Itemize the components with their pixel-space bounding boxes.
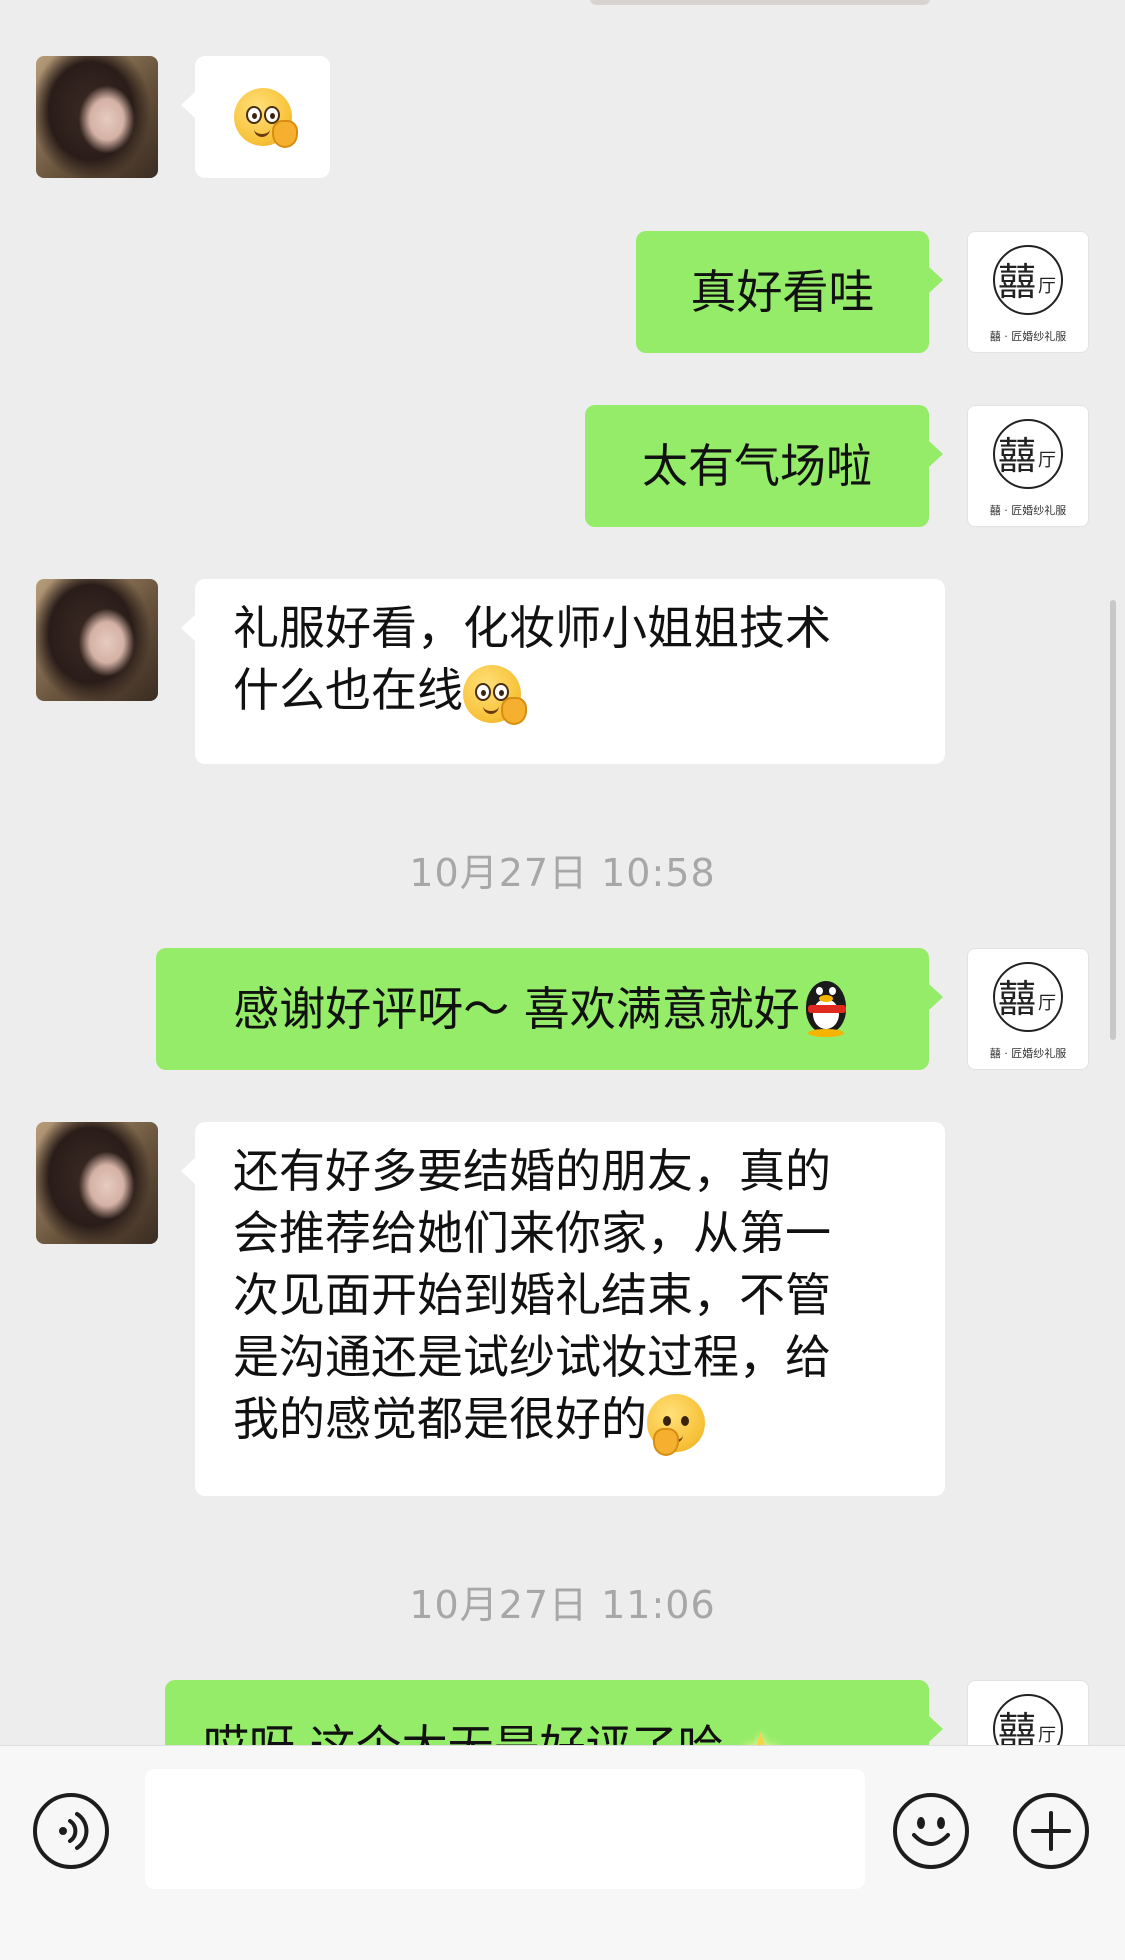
- timestamp: 10月27日 10:58: [409, 851, 716, 895]
- message-bubble-sent[interactable]: 哎呀 这个太无是好评了哈 ★: [165, 1680, 943, 1746]
- svg-text:囍: 囍: [998, 977, 1036, 1021]
- message-bubble-received[interactable]: 礼服好看，化妆师小姐姐技术 什么也在线: [181, 579, 945, 764]
- message-bubble-sent[interactable]: 太有气场啦: [585, 405, 943, 527]
- peek-emoji-icon: [463, 664, 527, 725]
- message-bubble-received[interactable]: [181, 56, 330, 178]
- message-text: 真好看哇: [690, 265, 875, 319]
- svg-text:囍: 囍: [998, 434, 1036, 478]
- contact-avatar[interactable]: [36, 56, 158, 178]
- message-line: 礼服好看，化妆师小姐姐技术: [233, 601, 831, 655]
- message-line: 是沟通还是试纱试妆过程，给: [233, 1330, 831, 1384]
- chat-area[interactable]: 囍 厅 囍 · 匠婚纱礼服 真好看哇 囍 厅 囍 · 匠婚纱礼服 太有气场啦 礼…: [0, 0, 1125, 1745]
- previous-message-fragment: [590, 0, 930, 5]
- avatar-photo: [36, 1122, 158, 1244]
- svg-text:囍: 囍: [998, 1709, 1036, 1745]
- emoji-button[interactable]: [893, 1793, 969, 1869]
- more-button[interactable]: [1013, 1793, 1089, 1869]
- message-bubble-sent[interactable]: 感谢好评呀～ 喜欢满意就好: [156, 948, 943, 1070]
- shop-logo-icon: 囍 厅 囍 · 匠婚纱礼服: [990, 419, 1067, 517]
- sparkle-star-icon: ★: [738, 1720, 783, 1746]
- input-bar: [0, 1745, 1125, 1960]
- svg-text:厅: 厅: [1038, 1725, 1056, 1745]
- voice-button[interactable]: [33, 1793, 109, 1869]
- smiley-icon: [912, 1817, 950, 1846]
- plus-icon: [1031, 1811, 1071, 1851]
- message-line: 还有好多要结婚的朋友，真的: [233, 1144, 831, 1198]
- message-text: 感谢好评呀～ 喜欢满意就好: [233, 982, 800, 1036]
- message-text: 太有气场啦: [642, 439, 872, 493]
- avatar-photo: [36, 56, 158, 178]
- svg-text:厅: 厅: [1038, 450, 1056, 471]
- svg-text:厅: 厅: [1038, 993, 1056, 1014]
- timestamp: 10月27日 11:06: [409, 1583, 716, 1627]
- message-line: 次见面开始到婚礼结束，不管: [233, 1268, 831, 1322]
- shop-avatar[interactable]: 囍 厅 囍 · 匠婚纱礼服: [967, 948, 1089, 1070]
- shop-avatar[interactable]: 囍 厅 囍 · 匠婚纱礼服: [967, 405, 1089, 527]
- shop-avatar[interactable]: 囍 厅 囍 · 匠婚纱礼服: [967, 231, 1089, 353]
- shop-logo-icon: 囍 厅 囍 · 匠婚纱礼服: [993, 1694, 1063, 1745]
- shop-logo-icon: 囍 厅 囍 · 匠婚纱礼服: [990, 962, 1067, 1060]
- svg-text:厅: 厅: [1038, 276, 1056, 297]
- svg-text:囍 · 匠婚纱礼服: 囍 · 匠婚纱礼服: [990, 329, 1067, 343]
- svg-text:囍 · 匠婚纱礼服: 囍 · 匠婚纱礼服: [990, 1046, 1067, 1060]
- thinking-emoji-icon: [647, 1393, 705, 1456]
- contact-avatar[interactable]: [36, 579, 158, 701]
- message-line: 会推荐给她们来你家，从第一: [233, 1206, 831, 1260]
- shop-avatar[interactable]: 囍 厅 囍 · 匠婚纱礼服: [967, 1680, 1089, 1745]
- shop-logo-icon: 囍 厅 囍 · 匠婚纱礼服: [990, 245, 1067, 343]
- contact-avatar[interactable]: [36, 1122, 158, 1244]
- scrollbar[interactable]: [1110, 600, 1116, 1040]
- message-text: 哎呀 这个太无是好评了哈: [203, 1720, 724, 1745]
- message-input[interactable]: [145, 1769, 865, 1889]
- voice-icon: [59, 1812, 89, 1850]
- svg-text:囍 · 匠婚纱礼服: 囍 · 匠婚纱礼服: [990, 503, 1067, 517]
- penguin-emoji-icon: [800, 979, 852, 1039]
- peek-emoji-icon: [233, 88, 298, 148]
- message-line: 我的感觉都是很好的: [233, 1392, 647, 1446]
- message-bubble-received[interactable]: 还有好多要结婚的朋友，真的 会推荐给她们来你家，从第一 次见面开始到婚礼结束，不…: [181, 1122, 945, 1496]
- svg-text:囍: 囍: [998, 260, 1036, 304]
- avatar-photo: [36, 579, 158, 701]
- message-bubble-sent[interactable]: 真好看哇: [636, 231, 943, 353]
- message-line: 什么也在线: [233, 663, 463, 717]
